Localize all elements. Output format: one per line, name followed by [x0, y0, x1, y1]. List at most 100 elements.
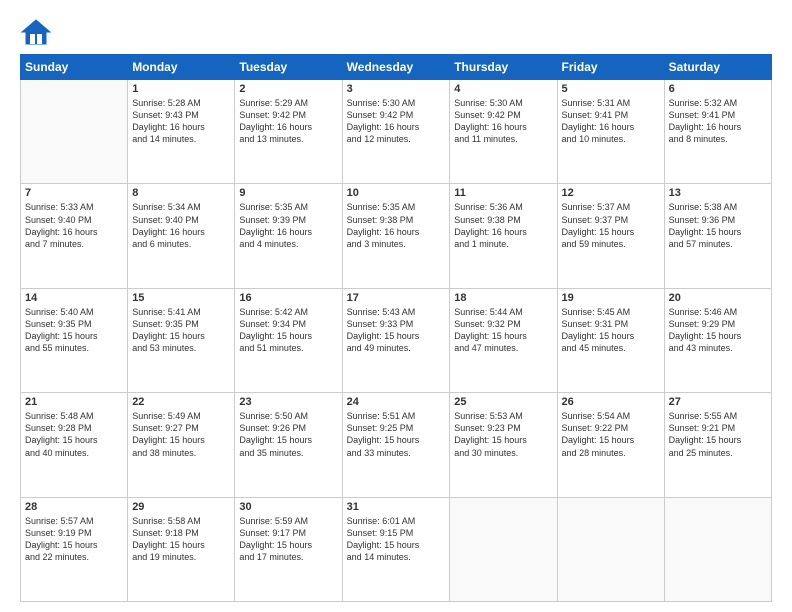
day-number: 26 [562, 396, 660, 408]
day-info: Sunrise: 5:58 AM Sunset: 9:18 PM Dayligh… [132, 515, 230, 564]
day-info: Sunrise: 5:54 AM Sunset: 9:22 PM Dayligh… [562, 410, 660, 459]
day-number: 29 [132, 501, 230, 513]
day-number: 28 [25, 501, 123, 513]
calendar-day: 5 Sunrise: 5:31 AM Sunset: 9:41 PM Daylig… [557, 80, 664, 184]
day-number: 18 [454, 292, 552, 304]
calendar-day: 14 Sunrise: 5:40 AM Sunset: 9:35 PM Dayli… [21, 288, 128, 392]
weekday-header-friday: Friday [557, 55, 664, 80]
day-info: Sunrise: 5:34 AM Sunset: 9:40 PM Dayligh… [132, 201, 230, 250]
day-number: 16 [239, 292, 337, 304]
day-number: 31 [347, 501, 446, 513]
weekday-header-saturday: Saturday [664, 55, 771, 80]
weekday-header-thursday: Thursday [450, 55, 557, 80]
day-info: Sunrise: 5:38 AM Sunset: 9:36 PM Dayligh… [669, 201, 767, 250]
day-info: Sunrise: 5:35 AM Sunset: 9:39 PM Dayligh… [239, 201, 337, 250]
calendar-day: 3 Sunrise: 5:30 AM Sunset: 9:42 PM Daylig… [342, 80, 450, 184]
day-number: 6 [669, 83, 767, 95]
calendar-day: 21Sunrise: 5:48 AM Sunset: 9:28 PM Dayli… [21, 393, 128, 497]
calendar-day: 1Sunrise: 5:28 AM Sunset: 9:43 PM Daylig… [128, 80, 235, 184]
day-number: 20 [669, 292, 767, 304]
logo [20, 18, 56, 46]
calendar-day: 27 Sunrise: 5:55 AM Sunset: 9:21 PM Dayli… [664, 393, 771, 497]
day-info: Sunrise: 5:30 AM Sunset: 9:42 PM Dayligh… [347, 97, 446, 146]
calendar-day: 31 Sunrise: 6:01 AM Sunset: 9:15 PM Dayli… [342, 497, 450, 601]
weekday-header-tuesday: Tuesday [235, 55, 342, 80]
calendar-day: 4 Sunrise: 5:30 AM Sunset: 9:42 PM Daylig… [450, 80, 557, 184]
weekday-header-monday: Monday [128, 55, 235, 80]
logo-icon [20, 18, 52, 46]
day-info: Sunrise: 5:46 AM Sunset: 9:29 PM Dayligh… [669, 306, 767, 355]
day-number: 9 [239, 187, 337, 199]
day-info: Sunrise: 5:57 AM Sunset: 9:19 PM Dayligh… [25, 515, 123, 564]
day-info: Sunrise: 5:49 AM Sunset: 9:27 PM Dayligh… [132, 410, 230, 459]
calendar-day [664, 497, 771, 601]
calendar-day: 11Sunrise: 5:36 AM Sunset: 9:38 PM Dayli… [450, 184, 557, 288]
day-info: Sunrise: 5:40 AM Sunset: 9:35 PM Dayligh… [25, 306, 123, 355]
calendar-day: 12 Sunrise: 5:37 AM Sunset: 9:37 PM Dayli… [557, 184, 664, 288]
calendar-day: 30 Sunrise: 5:59 AM Sunset: 9:17 PM Dayli… [235, 497, 342, 601]
calendar-day: 22 Sunrise: 5:49 AM Sunset: 9:27 PM Dayli… [128, 393, 235, 497]
day-info: Sunrise: 5:45 AM Sunset: 9:31 PM Dayligh… [562, 306, 660, 355]
day-info: Sunrise: 5:33 AM Sunset: 9:40 PM Dayligh… [25, 201, 123, 250]
calendar-day: 2Sunrise: 5:29 AM Sunset: 9:42 PM Daylig… [235, 80, 342, 184]
day-info: Sunrise: 5:44 AM Sunset: 9:32 PM Dayligh… [454, 306, 552, 355]
calendar-day: 18 Sunrise: 5:44 AM Sunset: 9:32 PM Dayli… [450, 288, 557, 392]
calendar-day: 9 Sunrise: 5:35 AM Sunset: 9:39 PM Daylig… [235, 184, 342, 288]
day-info: Sunrise: 5:55 AM Sunset: 9:21 PM Dayligh… [669, 410, 767, 459]
header [20, 18, 772, 46]
day-info: Sunrise: 5:50 AM Sunset: 9:26 PM Dayligh… [239, 410, 337, 459]
day-info: Sunrise: 5:59 AM Sunset: 9:17 PM Dayligh… [239, 515, 337, 564]
day-number: 23 [239, 396, 337, 408]
calendar-day: 23 Sunrise: 5:50 AM Sunset: 9:26 PM Dayli… [235, 393, 342, 497]
day-number: 1 [132, 83, 230, 95]
day-number: 30 [239, 501, 337, 513]
weekday-header-wednesday: Wednesday [342, 55, 450, 80]
day-number: 4 [454, 83, 552, 95]
calendar-day: 24Sunrise: 5:51 AM Sunset: 9:25 PM Dayli… [342, 393, 450, 497]
calendar-week-2: 7 Sunrise: 5:33 AM Sunset: 9:40 PM Daylig… [21, 184, 772, 288]
calendar-day: 17 Sunrise: 5:43 AM Sunset: 9:33 PM Dayli… [342, 288, 450, 392]
day-number: 11 [454, 187, 552, 199]
day-number: 14 [25, 292, 123, 304]
day-number: 17 [347, 292, 446, 304]
day-number: 3 [347, 83, 446, 95]
day-number: 19 [562, 292, 660, 304]
calendar-day: 13 Sunrise: 5:38 AM Sunset: 9:36 PM Dayli… [664, 184, 771, 288]
day-info: Sunrise: 5:30 AM Sunset: 9:42 PM Dayligh… [454, 97, 552, 146]
day-number: 8 [132, 187, 230, 199]
day-number: 22 [132, 396, 230, 408]
weekday-header-sunday: Sunday [21, 55, 128, 80]
calendar-day [450, 497, 557, 601]
calendar-table: SundayMondayTuesdayWednesdayThursdayFrid… [20, 54, 772, 602]
day-number: 7 [25, 187, 123, 199]
calendar-day: 26 Sunrise: 5:54 AM Sunset: 9:22 PM Dayli… [557, 393, 664, 497]
calendar-day: 20 Sunrise: 5:46 AM Sunset: 9:29 PM Dayli… [664, 288, 771, 392]
calendar-day [557, 497, 664, 601]
day-info: Sunrise: 5:43 AM Sunset: 9:33 PM Dayligh… [347, 306, 446, 355]
calendar-day: 28 Sunrise: 5:57 AM Sunset: 9:19 PM Dayli… [21, 497, 128, 601]
day-number: 15 [132, 292, 230, 304]
calendar-week-5: 28 Sunrise: 5:57 AM Sunset: 9:19 PM Dayli… [21, 497, 772, 601]
calendar-day: 15Sunrise: 5:41 AM Sunset: 9:35 PM Dayli… [128, 288, 235, 392]
calendar-day: 7 Sunrise: 5:33 AM Sunset: 9:40 PM Daylig… [21, 184, 128, 288]
calendar-day: 25Sunrise: 5:53 AM Sunset: 9:23 PM Dayli… [450, 393, 557, 497]
day-number: 5 [562, 83, 660, 95]
day-info: Sunrise: 5:35 AM Sunset: 9:38 PM Dayligh… [347, 201, 446, 250]
day-info: Sunrise: 6:01 AM Sunset: 9:15 PM Dayligh… [347, 515, 446, 564]
day-number: 10 [347, 187, 446, 199]
weekday-header-row: SundayMondayTuesdayWednesdayThursdayFrid… [21, 55, 772, 80]
day-number: 12 [562, 187, 660, 199]
day-number: 13 [669, 187, 767, 199]
day-number: 21 [25, 396, 123, 408]
day-number: 24 [347, 396, 446, 408]
day-number: 25 [454, 396, 552, 408]
calendar-day: 6 Sunrise: 5:32 AM Sunset: 9:41 PM Daylig… [664, 80, 771, 184]
day-info: Sunrise: 5:32 AM Sunset: 9:41 PM Dayligh… [669, 97, 767, 146]
day-info: Sunrise: 5:42 AM Sunset: 9:34 PM Dayligh… [239, 306, 337, 355]
day-info: Sunrise: 5:37 AM Sunset: 9:37 PM Dayligh… [562, 201, 660, 250]
day-number: 27 [669, 396, 767, 408]
calendar-day [21, 80, 128, 184]
calendar-day: 10 Sunrise: 5:35 AM Sunset: 9:38 PM Dayli… [342, 184, 450, 288]
calendar-day: 19 Sunrise: 5:45 AM Sunset: 9:31 PM Dayli… [557, 288, 664, 392]
day-info: Sunrise: 5:31 AM Sunset: 9:41 PM Dayligh… [562, 97, 660, 146]
